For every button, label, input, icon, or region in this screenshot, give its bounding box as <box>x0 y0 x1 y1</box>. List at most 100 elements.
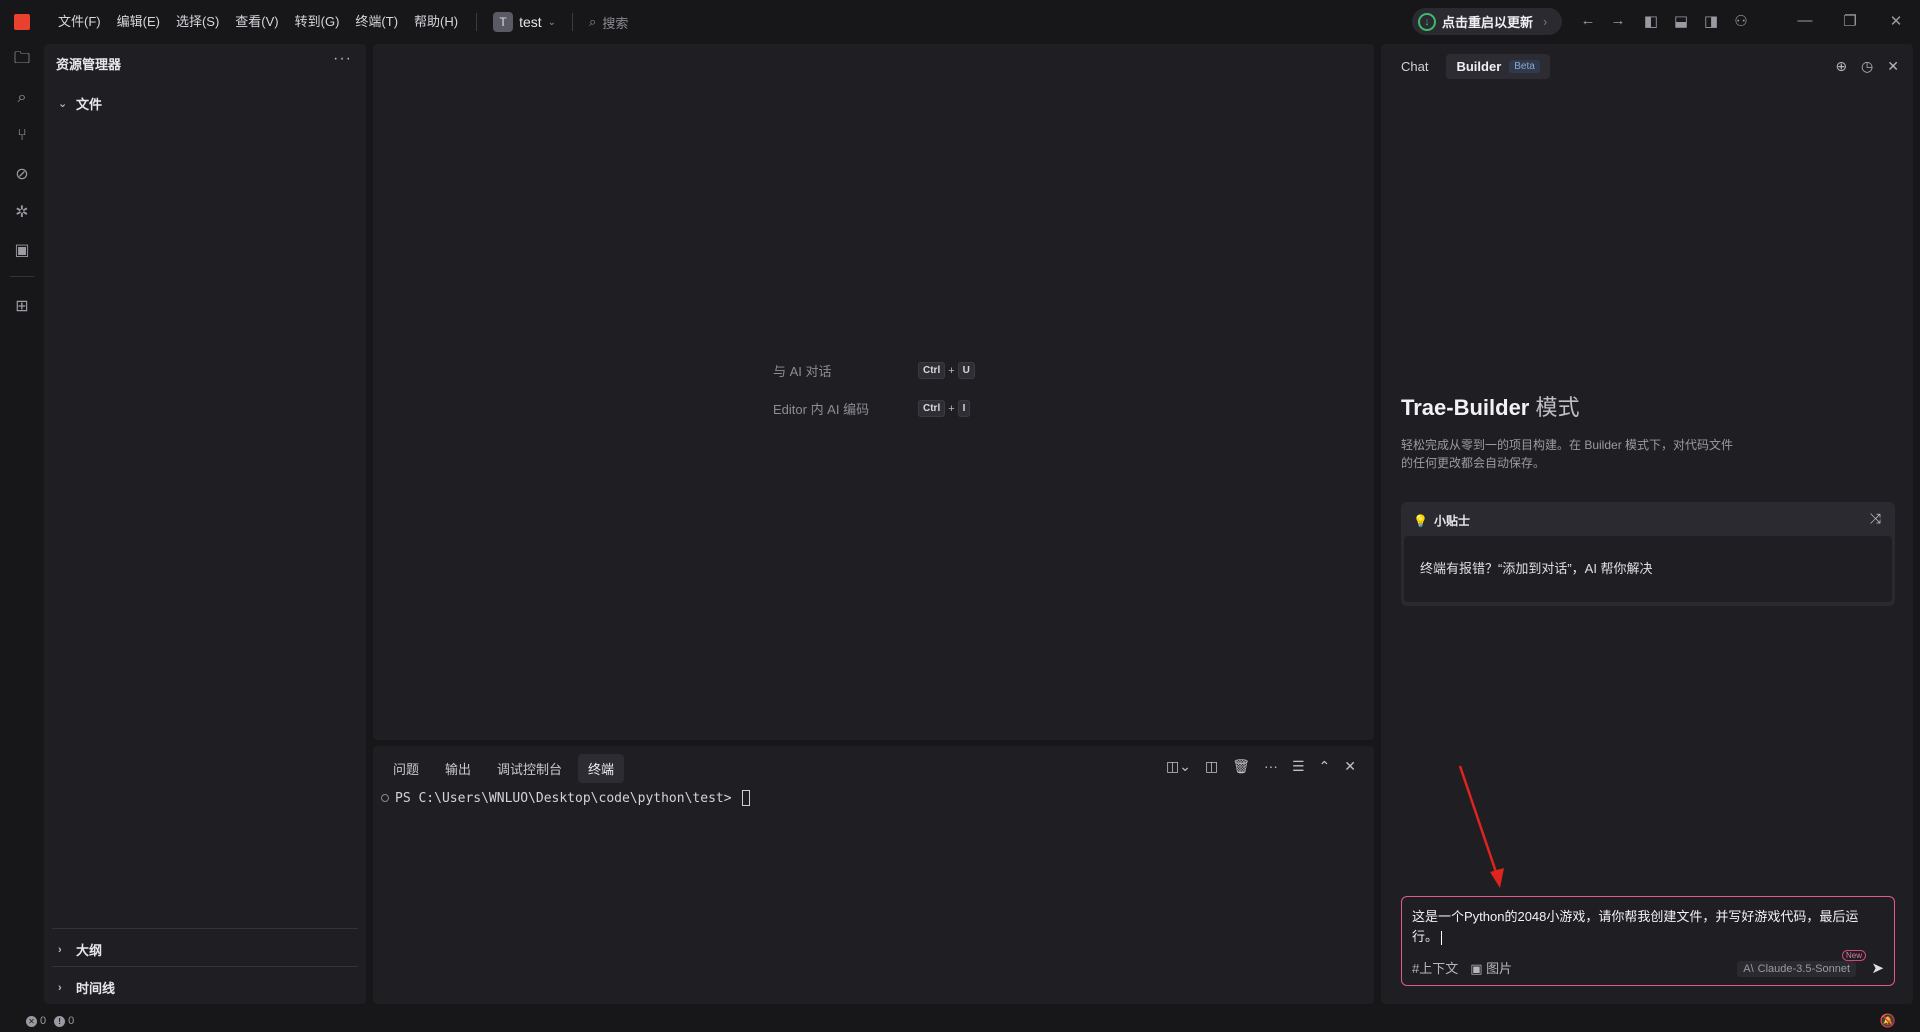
arrow-shaft <box>1458 765 1500 879</box>
model-selector[interactable]: A\ Claude-3.5-Sonnet <box>1737 961 1856 977</box>
terminal-prompt-line[interactable]: PS C:\Users\WNLUO\Desktop\code\python\te… <box>381 790 750 806</box>
project-avatar: T <box>493 12 514 32</box>
tab-terminal[interactable]: 终端 <box>578 754 625 783</box>
close-icon[interactable]: ✕ <box>1887 58 1899 75</box>
files-section[interactable]: ⌄ 文件 <box>58 94 102 113</box>
extensions-icon[interactable]: ⊞ <box>10 294 34 318</box>
ai-tabs: Chat Builder Beta <box>1391 54 1550 79</box>
new-chat-icon[interactable]: ⊕ <box>1835 58 1847 75</box>
image-icon: ▣ <box>1470 961 1483 976</box>
annotation-arrow <box>1458 765 1504 888</box>
errors-indicator[interactable]: ✕ 0 <box>26 1015 46 1027</box>
send-icon[interactable]: ➤ <box>1871 959 1884 977</box>
builder-label: Builder <box>1456 59 1502 74</box>
outline-section[interactable]: › 大纲 <box>58 940 102 959</box>
editor-area: 与 AI 对话 Ctrl + U Editor 内 AI 编码 Ctrl + I <box>373 44 1374 740</box>
builder-heading: Trae-Builder 模式 <box>1401 390 1580 422</box>
split-terminal-icon[interactable]: ◫ <box>1205 758 1218 775</box>
warning-count: 0 <box>68 1015 75 1027</box>
divider <box>52 966 358 967</box>
app-logo <box>14 14 30 30</box>
beta-badge: Beta <box>1509 60 1540 73</box>
timeline-section[interactable]: › 时间线 <box>58 978 115 997</box>
close-window-icon[interactable]: ✕ <box>1886 12 1906 30</box>
timeline-label: 时间线 <box>76 981 116 996</box>
warnings-indicator[interactable]: ! 0 <box>54 1015 74 1027</box>
forward-arrow-icon[interactable]: → <box>1608 12 1628 29</box>
history-icon[interactable]: ◷ <box>1861 58 1873 75</box>
heading-mode: 模式 <box>1535 395 1580 420</box>
error-count: 0 <box>40 1015 47 1027</box>
new-badge: New <box>1841 950 1866 961</box>
toggle-sidebar-icon[interactable]: ◧ <box>1641 12 1661 30</box>
settings-sliders-icon[interactable]: ☰ <box>1292 758 1305 775</box>
text-caret <box>1441 930 1443 945</box>
toggle-panel-icon[interactable]: ⬓ <box>1671 12 1691 30</box>
divider <box>572 13 574 31</box>
close-panel-icon[interactable]: ✕ <box>1344 758 1356 775</box>
menu-bar: 文件(F) 编辑(E) 选择(S) 查看(V) 转到(G) 终端(T) 帮助(H… <box>50 0 466 44</box>
menu-terminal[interactable]: 终端(T) <box>347 0 406 44</box>
debug-icon[interactable]: ✲ <box>10 200 34 224</box>
outline-label: 大纲 <box>76 943 103 958</box>
minimize-icon[interactable]: — <box>1795 12 1815 29</box>
terminal-toolbar: ◫⌄ ◫ 🗑 ··· ☰ ⌃ ✕ <box>1166 758 1356 775</box>
remote-explorer-icon[interactable]: ▣ <box>10 238 34 262</box>
menu-edit[interactable]: 编辑(E) <box>109 0 168 44</box>
status-bar: ✕ 0 ! 0 🔕 <box>0 1010 1920 1032</box>
download-icon: ↓ <box>1418 12 1436 31</box>
error-icon: ✕ <box>26 1015 37 1027</box>
chevron-down-icon: ⌄ <box>547 16 557 28</box>
terminal-cursor <box>741 790 750 806</box>
project-switcher[interactable]: T test ⌄ <box>487 12 562 32</box>
explorer-title: 资源管理器 <box>56 57 122 72</box>
menu-selection[interactable]: 选择(S) <box>168 0 227 44</box>
chat-input[interactable]: 这是一个Python的2048小游戏，请你帮我创建文件，并写好游戏代码，最后运行… <box>1401 896 1895 986</box>
toggle-aux-sidebar-icon[interactable]: ◨ <box>1701 12 1721 30</box>
tab-output[interactable]: 输出 <box>435 754 481 783</box>
menu-go[interactable]: 转到(G) <box>287 0 348 44</box>
trash-icon[interactable]: 🗑 <box>1232 758 1250 775</box>
context-button[interactable]: #上下文 <box>1412 958 1458 977</box>
search-icon[interactable]: ⌕ <box>10 86 34 110</box>
remote-icon[interactable]: ⊘ <box>10 162 34 186</box>
builder-description: 轻松完成从零到一的项目构建。在 Builder 模式下，对代码文件的任何更改都会… <box>1401 438 1734 470</box>
source-control-icon[interactable]: ⑂ <box>10 124 34 148</box>
update-button[interactable]: ↓ 点击重启以更新 › <box>1412 8 1562 35</box>
status-circle-icon <box>381 794 389 802</box>
back-arrow-icon[interactable]: ← <box>1578 12 1598 29</box>
terminal-panel: 问题 输出 调试控制台 终端 ◫⌄ ◫ 🗑 ··· ☰ ⌃ ✕ PS C:\Us… <box>373 746 1374 1004</box>
model-label: Claude-3.5-Sonnet <box>1757 963 1850 975</box>
more-icon[interactable]: ··· <box>333 50 352 68</box>
menu-help[interactable]: 帮助(H) <box>406 0 466 44</box>
chat-input-text[interactable]: 这是一个Python的2048小游戏，请你帮我创建文件，并写好游戏代码，最后运行… <box>1412 907 1882 947</box>
key-i: I <box>957 400 971 417</box>
divider <box>10 276 34 277</box>
search-box[interactable]: ⌕ 搜索 <box>589 13 628 32</box>
activity-bar: 🗀 ⌕ ⑂ ⊘ ✲ ▣ ⊞ <box>0 44 44 1004</box>
shuffle-icon[interactable]: ⤨ <box>1870 510 1881 527</box>
tab-chat[interactable]: Chat <box>1391 54 1438 79</box>
notifications-muted-icon[interactable]: 🔕 <box>1880 1013 1896 1029</box>
account-icon[interactable]: ⚇ <box>1731 12 1751 30</box>
menu-file[interactable]: 文件(F) <box>50 0 109 44</box>
search-placeholder: 搜索 <box>602 15 629 31</box>
shortcut-label: 与 AI 对话 <box>773 364 832 379</box>
new-terminal-icon[interactable]: ◫⌄ <box>1166 758 1191 775</box>
search-icon: ⌕ <box>589 14 597 29</box>
tab-builder[interactable]: Builder Beta <box>1446 54 1550 79</box>
maximize-panel-icon[interactable]: ⌃ <box>1319 758 1331 775</box>
more-icon[interactable]: ··· <box>1264 758 1278 775</box>
tab-problems[interactable]: 问题 <box>383 754 429 783</box>
menu-view[interactable]: 查看(V) <box>227 0 286 44</box>
terminal-prompt: PS C:\Users\WNLUO\Desktop\code\python\te… <box>395 790 732 806</box>
shortcut-ai-chat: 与 AI 对话 Ctrl + U <box>773 361 975 380</box>
restore-icon[interactable]: ❐ <box>1840 12 1860 30</box>
panel-tabs: 问题 输出 调试控制台 终端 <box>383 754 625 783</box>
divider <box>52 928 358 929</box>
tip-body: 终端有报错？“添加到对话”，AI 帮你解决 <box>1404 536 1892 602</box>
tab-debug-console[interactable]: 调试控制台 <box>487 754 572 783</box>
image-button[interactable]: ▣ 图片 <box>1470 958 1512 977</box>
explorer-icon[interactable]: 🗀 <box>10 48 34 72</box>
shortcut-editor-ai: Editor 内 AI 编码 Ctrl + I <box>773 399 971 418</box>
